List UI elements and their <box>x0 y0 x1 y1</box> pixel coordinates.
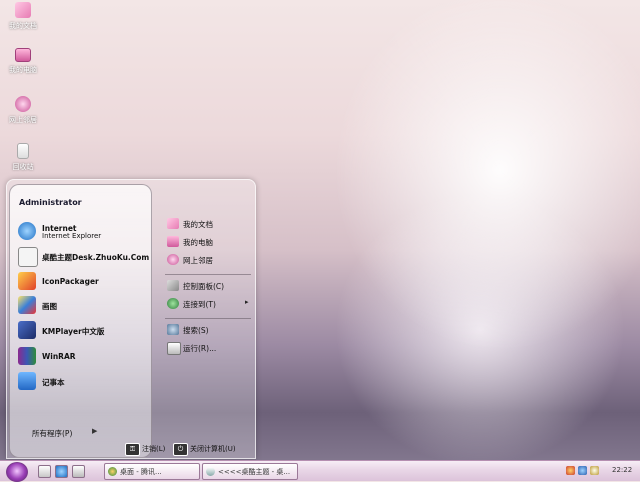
paint-icon <box>18 296 36 314</box>
start-right-label: 我的文档 <box>183 220 213 229</box>
start-right-label: 搜索(S) <box>183 326 209 335</box>
folder-icon <box>167 218 179 229</box>
taskbar: 桌面 - 腾讯... <<<<桌酷主题 - 桌... 22:22 <box>0 460 640 482</box>
zhuoku-icon <box>18 247 38 267</box>
computer-icon <box>167 236 179 247</box>
start-right-run[interactable]: 运行(R)... <box>167 340 253 356</box>
start-right-label: 控制面板(C) <box>183 282 225 291</box>
computer-icon <box>15 48 31 62</box>
task-label: 桌面 - 腾讯... <box>120 468 162 476</box>
network-icon <box>167 254 179 265</box>
start-right-control-panel[interactable]: 控制面板(C) <box>167 278 253 294</box>
winrar-icon <box>18 347 36 365</box>
program-iconpackager[interactable]: IconPackager <box>18 271 148 291</box>
recycle-bin-icon <box>17 143 29 159</box>
network-status-icon[interactable] <box>578 466 587 475</box>
desktop-icon-recycle-bin[interactable]: 回收站 <box>4 143 42 172</box>
power-icon: ⏻ <box>173 443 188 456</box>
iconpackager-icon <box>18 272 36 290</box>
start-menu-programs-panel: Administrator Internet Internet Explorer… <box>9 184 152 458</box>
desktop-icon-label: 我的电脑 <box>9 66 37 74</box>
chevron-right-icon: ▸ <box>245 298 249 306</box>
shutdown-button[interactable]: ⏻ 关闭计算机(U) <box>173 443 253 456</box>
program-winrar[interactable]: WinRAR <box>18 346 148 366</box>
start-right-label: 我的电脑 <box>183 238 213 247</box>
kmplayer-icon <box>18 321 36 339</box>
show-desktop-icon[interactable] <box>38 465 51 478</box>
start-right-label: 连接到(T) <box>183 300 216 309</box>
program-zhuoku[interactable]: 桌酷主题Desk.ZhuoKu.Com <box>18 246 150 267</box>
program-internet-explorer[interactable]: Internet Internet Explorer <box>18 221 148 241</box>
start-menu-footer: ⚿ 注销(L) ⏻ 关闭计算机(U) <box>7 440 255 458</box>
start-right-my-documents[interactable]: 我的文档 <box>167 216 253 232</box>
taskbar-task-window[interactable]: <<<<桌酷主题 - 桌... <box>202 463 298 480</box>
chevron-right-icon: ▶ <box>92 427 98 435</box>
control-panel-icon <box>167 280 179 291</box>
browser-icon <box>108 467 117 476</box>
program-title: IconPackager <box>42 277 99 286</box>
folder-icon <box>15 2 31 18</box>
taskbar-task-browser[interactable]: 桌面 - 腾讯... <box>104 463 200 480</box>
desktop-icon-my-computer[interactable]: 我的电脑 <box>4 48 42 75</box>
user-name: Administrator <box>19 198 82 207</box>
start-right-label: 运行(R)... <box>183 344 217 353</box>
desktop-icon-label: 我的文档 <box>9 22 37 30</box>
start-right-label: 网上邻居 <box>183 256 213 265</box>
start-right-my-computer[interactable]: 我的电脑 <box>167 234 253 250</box>
ie-icon[interactable] <box>55 465 68 478</box>
program-title: WinRAR <box>42 352 76 361</box>
logoff-label: 注销(L) <box>142 445 166 453</box>
program-kmplayer[interactable]: KMPlayer中文版 <box>18 320 148 340</box>
program-title: 记事本 <box>42 378 65 387</box>
desktop-icon-my-documents[interactable]: 我的文档 <box>4 2 42 31</box>
task-label: <<<<桌酷主题 - 桌... <box>218 468 291 476</box>
ie-icon <box>18 222 36 240</box>
window-icon <box>206 467 215 476</box>
shutdown-label: 关闭计算机(U) <box>190 445 236 453</box>
start-right-search[interactable]: 搜索(S) <box>167 322 253 338</box>
media-icon[interactable] <box>72 465 85 478</box>
start-right-network[interactable]: 网上邻居 <box>167 252 253 268</box>
qq-icon[interactable] <box>566 466 575 475</box>
logoff-button[interactable]: ⚿ 注销(L) <box>125 443 166 456</box>
start-menu: Administrator Internet Internet Explorer… <box>6 179 256 459</box>
key-icon: ⚿ <box>125 443 140 456</box>
network-icon <box>15 96 31 112</box>
desktop-icon-network[interactable]: 网上邻居 <box>4 96 42 125</box>
notepad-icon <box>18 372 36 390</box>
program-paint[interactable]: 画图 <box>18 295 148 315</box>
menu-divider <box>165 274 251 275</box>
menu-divider <box>165 318 251 319</box>
program-notepad[interactable]: 记事本 <box>18 371 148 391</box>
program-title: 画图 <box>42 302 57 311</box>
connect-icon <box>167 298 179 309</box>
start-button[interactable] <box>6 462 28 482</box>
program-title: KMPlayer中文版 <box>42 327 105 336</box>
program-title: 桌酷主题Desk.ZhuoKu.Com <box>42 253 150 262</box>
desktop-icon-label: 回收站 <box>12 163 34 171</box>
run-icon <box>167 342 181 355</box>
program-subtitle: Internet Explorer <box>42 232 102 240</box>
all-programs[interactable]: 所有程序(P) <box>32 428 72 439</box>
search-icon <box>167 324 179 335</box>
start-right-connect-to[interactable]: 连接到(T) ▸ <box>167 296 253 312</box>
clock[interactable]: 22:22 <box>612 466 632 474</box>
system-tray: 22:22 <box>566 464 636 478</box>
desktop-icon-label: 网上邻居 <box>9 116 37 124</box>
volume-icon[interactable] <box>590 466 599 475</box>
